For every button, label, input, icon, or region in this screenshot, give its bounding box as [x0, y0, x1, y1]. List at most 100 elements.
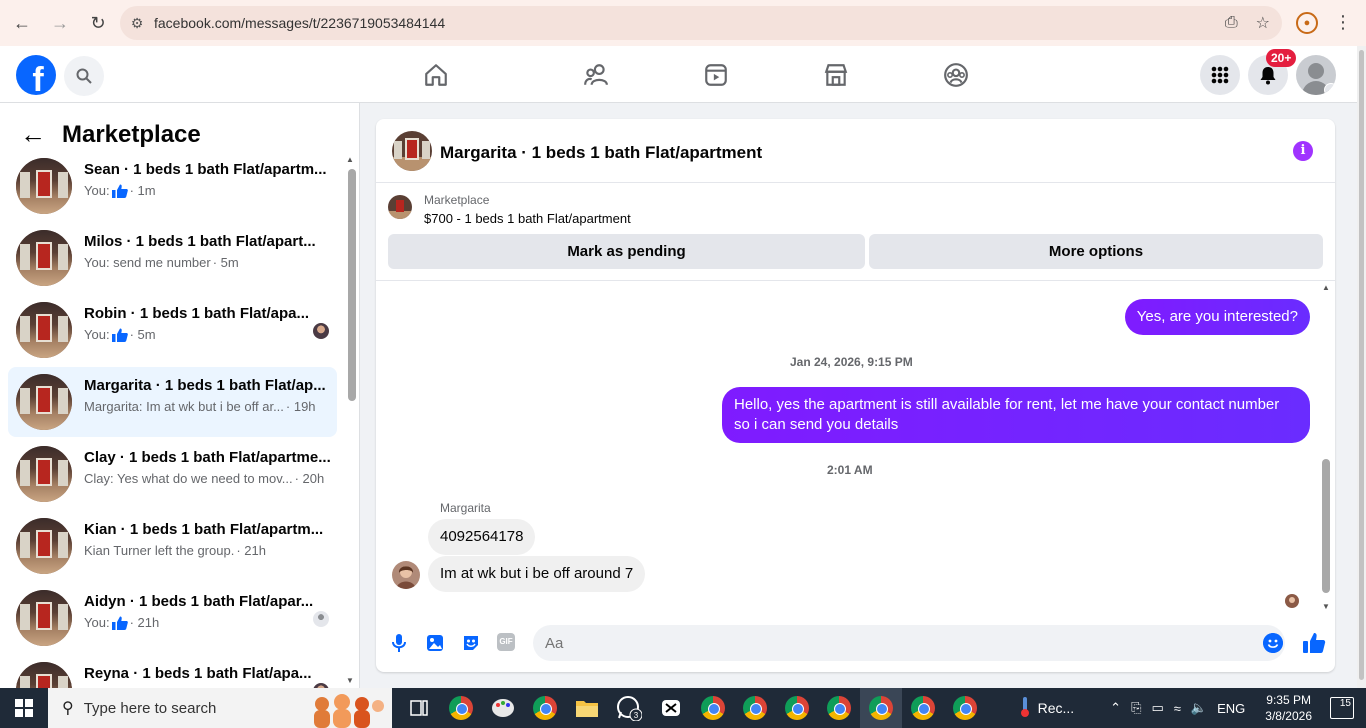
- chat-header: Margarita · 1 beds 1 bath Flat/apartment…: [376, 119, 1335, 183]
- reload-icon[interactable]: ↻: [80, 5, 116, 41]
- nav-video[interactable]: [656, 46, 776, 103]
- conversation-item[interactable]: Margarita · 1 beds 1 bath Flat/ap... Marg…: [8, 367, 337, 437]
- outgoing-message[interactable]: Hello, yes the apartment is still availa…: [722, 387, 1310, 443]
- search-button[interactable]: [64, 56, 104, 96]
- recording-app-label[interactable]: Rec...: [1038, 700, 1075, 716]
- chrome-profile-a-icon[interactable]: [440, 688, 482, 728]
- chrome-icon[interactable]: [860, 688, 902, 728]
- chrome-icon[interactable]: [734, 688, 776, 728]
- mark-as-pending-button[interactable]: Mark as pending: [388, 234, 865, 269]
- bookmark-star-icon[interactable]: ☆: [1256, 13, 1270, 33]
- incoming-message[interactable]: 4092564178: [428, 519, 536, 555]
- url-text[interactable]: facebook.com/messages/t/2236719053484144: [154, 15, 445, 31]
- sidebar-scrollbar[interactable]: ▲ ▼: [346, 155, 356, 685]
- emoji-icon[interactable]: [1263, 633, 1283, 653]
- sender-avatar[interactable]: [392, 561, 420, 589]
- conversation-item[interactable]: Sean · 1 beds 1 bath Flat/apartm... You: ·…: [8, 151, 337, 221]
- chat-scrollbar[interactable]: ▲ ▼: [1320, 281, 1332, 611]
- language-indicator[interactable]: ENG: [1217, 701, 1245, 716]
- install-app-icon[interactable]: ⎙: [1225, 14, 1238, 32]
- task-view-icon[interactable]: [398, 688, 440, 728]
- listing-thumbnail: [16, 662, 72, 688]
- bell-icon: [1260, 67, 1276, 85]
- browser-profile-icon[interactable]: ●: [1296, 12, 1318, 34]
- gif-icon[interactable]: GIF: [497, 633, 515, 651]
- conversation-item[interactable]: Milos · 1 beds 1 bath Flat/apart... You: …: [8, 223, 337, 293]
- preview-time: · 21h: [129, 615, 160, 630]
- start-button[interactable]: [0, 688, 48, 728]
- chrome-icon[interactable]: [776, 688, 818, 728]
- thumbs-up-icon[interactable]: [1302, 631, 1326, 655]
- scroll-down-icon[interactable]: ▼: [346, 676, 354, 685]
- chrome-icon[interactable]: [818, 688, 860, 728]
- conversation-item[interactable]: Robin · 1 beds 1 bath Flat/apa... You: · 5…: [8, 295, 337, 365]
- preview-text: Clay: Yes what do we need to mov...: [84, 471, 293, 486]
- more-options-button[interactable]: More options: [869, 234, 1323, 269]
- conversation-item[interactable]: Reyna · 1 beds 1 bath Flat/apa...: [8, 655, 337, 688]
- message-input[interactable]: [533, 625, 1285, 661]
- preview-text: Margarita: Im at wk but i be off ar...: [84, 399, 284, 414]
- conversation-name: Robin · 1 beds 1 bath Flat/apa...: [84, 305, 310, 322]
- facebook-logo[interactable]: f: [16, 55, 56, 95]
- search-icon: [76, 68, 92, 84]
- whatsapp-icon[interactable]: 3: [608, 688, 650, 728]
- meet-now-icon[interactable]: ⎘: [1131, 700, 1141, 716]
- home-icon: [425, 63, 447, 86]
- site-info-icon[interactable]: ⚙: [120, 15, 154, 32]
- nav-groups[interactable]: [896, 46, 1016, 103]
- nav-friends[interactable]: [536, 46, 656, 103]
- scroll-down-icon[interactable]: ▼: [1322, 602, 1330, 611]
- volume-icon[interactable]: 🔈: [1191, 700, 1207, 716]
- capcut-icon[interactable]: [650, 688, 692, 728]
- battery-icon[interactable]: ▭: [1151, 700, 1163, 716]
- sticker-icon[interactable]: [461, 633, 481, 653]
- conversation-name: Sean · 1 beds 1 bath Flat/apartm...: [84, 161, 327, 178]
- microphone-icon[interactable]: [389, 633, 409, 653]
- scroll-up-icon[interactable]: ▲: [346, 155, 354, 164]
- menu-button[interactable]: [1200, 55, 1240, 95]
- address-bar[interactable]: ⚙ facebook.com/messages/t/22367190534841…: [120, 6, 1282, 40]
- conversation-item[interactable]: Clay · 1 beds 1 bath Flat/apartme... Clay…: [8, 439, 337, 509]
- scroll-up-icon[interactable]: ▲: [1322, 283, 1330, 292]
- file-explorer-icon[interactable]: [566, 688, 608, 728]
- chrome-icon[interactable]: [902, 688, 944, 728]
- people-illustration-icon: [314, 694, 384, 728]
- conversation-preview: You: · 21h: [84, 615, 159, 630]
- back-arrow-icon[interactable]: ←: [20, 119, 46, 150]
- taskbar-search[interactable]: ⚲ Type here to search: [48, 688, 392, 728]
- preview-text: You:: [84, 183, 110, 198]
- back-icon[interactable]: ←: [4, 5, 40, 41]
- listing-price[interactable]: $700 - 1 beds 1 bath Flat/apartment: [424, 211, 631, 226]
- listing-thumbnail: [16, 518, 72, 574]
- info-icon[interactable]: i: [1293, 141, 1313, 161]
- notification-center-icon[interactable]: 15: [1330, 697, 1354, 719]
- wifi-icon[interactable]: ≈: [1174, 701, 1181, 716]
- message-timestamp: 2:01 AM: [827, 463, 873, 477]
- nav-marketplace[interactable]: [776, 46, 896, 103]
- facebook-header: f 20+ ⌄: [0, 46, 1366, 103]
- notifications-button[interactable]: 20+: [1248, 49, 1297, 95]
- account-avatar[interactable]: ⌄: [1296, 55, 1336, 95]
- chrome-icon[interactable]: [944, 688, 986, 728]
- listing-avatar[interactable]: [392, 131, 432, 171]
- page-scrollbar[interactable]: [1357, 46, 1366, 688]
- forward-icon[interactable]: →: [42, 5, 78, 41]
- chat-title[interactable]: Margarita · 1 beds 1 bath Flat/apartment: [440, 143, 762, 163]
- photo-icon[interactable]: [425, 633, 445, 653]
- browser-menu-icon[interactable]: ⋮: [1334, 12, 1352, 33]
- chrome-icon[interactable]: [692, 688, 734, 728]
- listing-thumbnail[interactable]: [388, 195, 412, 219]
- outgoing-message[interactable]: Yes, are you interested?: [1124, 299, 1310, 335]
- paint-app-icon[interactable]: [482, 688, 524, 728]
- apps-grid-icon: [1211, 66, 1229, 84]
- chrome-profile-h-icon[interactable]: [524, 688, 566, 728]
- tray-overflow-icon[interactable]: ⌃: [1110, 700, 1121, 716]
- conversation-item[interactable]: Kian · 1 beds 1 bath Flat/apartm... Kian …: [8, 511, 337, 581]
- incoming-message[interactable]: Im at wk but i be off around 7: [428, 556, 646, 592]
- conversation-item[interactable]: Aidyn · 1 beds 1 bath Flat/apar... You: · …: [8, 583, 337, 653]
- conversation-preview: You: · 1m: [84, 183, 156, 198]
- thermometer-icon[interactable]: [1020, 696, 1030, 721]
- taskbar-clock[interactable]: 9:35 PM 3/8/2026: [1265, 692, 1312, 724]
- nav-home[interactable]: [416, 46, 456, 103]
- notification-center-count: 15: [1339, 698, 1351, 709]
